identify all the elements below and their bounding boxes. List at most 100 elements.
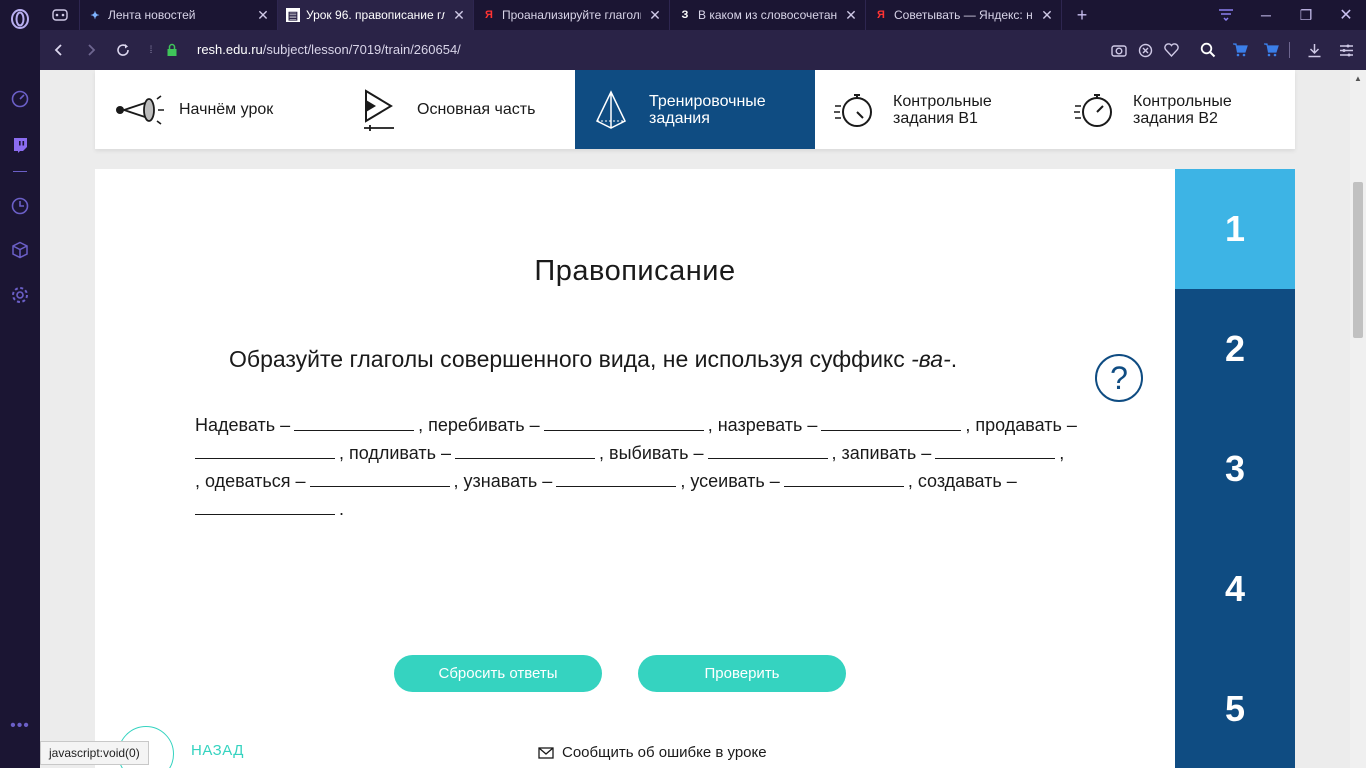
tab-phrases[interactable]: З В каком из словосочетани ✕: [670, 0, 866, 30]
nav-control-b1[interactable]: Контрольные задания В1: [815, 70, 1055, 149]
minimize-icon[interactable]: ─: [1246, 0, 1286, 30]
page-viewport: Начнём урок Основная часть Тренировочные…: [40, 70, 1350, 768]
exercise-word: Надевать –: [195, 415, 291, 435]
tab-lesson[interactable]: ▤ Урок 96. правописание глаг ✕: [278, 0, 474, 30]
exercise-period: .: [339, 499, 345, 519]
shopping-cart-icon[interactable]: [1261, 40, 1281, 60]
check-button[interactable]: Проверить: [638, 655, 846, 692]
download-icon[interactable]: [1304, 40, 1324, 60]
answer-blank[interactable]: [707, 439, 828, 459]
close-icon[interactable]: ✕: [1039, 7, 1055, 23]
forward-arrow-icon[interactable]: [80, 39, 102, 61]
heart-icon[interactable]: [1161, 40, 1181, 60]
nav-label: Тренировочные задания: [649, 92, 766, 127]
nav-label: Контрольные задания В2: [1133, 92, 1232, 127]
settings-gear-icon[interactable]: [9, 284, 31, 306]
exercise-word: , одеваться –: [195, 471, 306, 491]
question-5-button[interactable]: 5: [1175, 649, 1295, 768]
reset-answers-button[interactable]: Сбросить ответы: [394, 655, 602, 692]
exercise-heading: Правописание: [534, 255, 736, 287]
status-bar: javascript:void(0): [40, 741, 149, 765]
play-icon: [351, 85, 407, 135]
question-4-button[interactable]: 4: [1175, 529, 1295, 649]
restore-icon[interactable]: ❐: [1286, 0, 1326, 30]
close-icon[interactable]: ✕: [255, 7, 271, 23]
adblock-icon[interactable]: [1135, 40, 1155, 60]
nav-control-b2[interactable]: Контрольные задания В2: [1055, 70, 1295, 149]
nav-training-tasks[interactable]: Тренировочные задания: [575, 70, 815, 149]
tab-label: Урок 96. правописание глаг: [306, 8, 445, 22]
tab-menu-icon[interactable]: [1206, 0, 1246, 30]
exercise-word: , выбивать –: [599, 443, 704, 463]
question-1-button[interactable]: 1: [1175, 169, 1295, 289]
close-icon[interactable]: ✕: [843, 7, 859, 23]
speed-dial-icon[interactable]: [9, 88, 31, 110]
opera-logo-icon[interactable]: [9, 8, 31, 30]
scroll-up-arrow-icon[interactable]: ▲: [1354, 74, 1362, 83]
answer-blank[interactable]: [294, 411, 415, 431]
exercise-word: , продавать –: [965, 415, 1077, 435]
exercise-word: , подливать –: [339, 443, 452, 463]
tab-news-feed[interactable]: ✦ Лента новостей ✕: [80, 0, 278, 30]
z-icon: З: [681, 9, 689, 21]
close-icon[interactable]: ✕: [647, 7, 663, 23]
answer-blank[interactable]: [309, 467, 450, 487]
task-text: Образуйте глаголы совершенного вида, не …: [229, 346, 912, 372]
exercise-word: , назревать –: [707, 415, 818, 435]
tab-yandex-search[interactable]: Я Советывать — Яндекс: нашл ✕: [866, 0, 1062, 30]
easy-setup-icon[interactable]: [1336, 40, 1356, 60]
tab-label: Лента новостей: [108, 8, 196, 22]
answer-blank[interactable]: [195, 439, 335, 459]
tab-label: В каком из словосочетани: [698, 8, 837, 22]
yandex-icon: Я: [485, 9, 493, 21]
exercise-word: , усеивать –: [680, 471, 780, 491]
exercise-comma: ,: [1059, 443, 1065, 463]
answer-blank[interactable]: [783, 467, 904, 487]
nav-main-part[interactable]: Основная часть: [335, 70, 575, 149]
answer-blank[interactable]: [556, 467, 677, 487]
task-end: .: [950, 346, 958, 372]
report-error-link[interactable]: Сообщить об ошибке в уроке: [538, 744, 767, 761]
snapshot-camera-icon[interactable]: [1109, 40, 1129, 60]
back-arrow-icon[interactable]: [48, 39, 70, 61]
question-2-button[interactable]: 2: [1175, 289, 1295, 409]
reload-icon[interactable]: [112, 39, 134, 61]
exercise-word: , узнавать –: [453, 471, 553, 491]
extensions-cube-icon[interactable]: [9, 239, 31, 261]
search-zoom-icon[interactable]: [1198, 40, 1218, 60]
shopping-cart-icon[interactable]: [1230, 40, 1250, 60]
twitch-icon[interactable]: [9, 134, 31, 156]
exercise-word: , запивать –: [831, 443, 932, 463]
scroll-thumb[interactable]: [1353, 182, 1363, 338]
page-scrollbar[interactable]: ▲: [1350, 70, 1366, 768]
question-3-button[interactable]: 3: [1175, 409, 1295, 529]
url-path: /subject/lesson/7019/train/260654/: [262, 42, 461, 57]
answer-blank[interactable]: [455, 439, 596, 459]
answer-blank[interactable]: [935, 439, 1056, 459]
nav-start-lesson[interactable]: Начнём урок: [95, 70, 335, 149]
lesson-navigation: Начнём урок Основная часть Тренировочные…: [95, 70, 1295, 149]
question-navigation: 1 2 3 4 5: [1175, 169, 1295, 768]
more-dots-icon[interactable]: •••: [9, 715, 31, 737]
close-icon[interactable]: ✕: [451, 7, 467, 23]
workspaces-icon[interactable]: [40, 0, 80, 30]
pyramid-icon: [583, 85, 639, 135]
back-link[interactable]: НАЗАД: [191, 742, 244, 759]
answer-blank[interactable]: [195, 495, 335, 515]
yandex-icon: Я: [877, 9, 885, 21]
tab-analyze-verbs[interactable]: Я Проанализируйте глаголы ✕: [474, 0, 670, 30]
nav-label: Начнём урок: [179, 101, 274, 118]
answer-blank[interactable]: [821, 411, 962, 431]
address-bar: ⁞ resh.edu.ru/subject/lesson/7019/train/…: [40, 30, 1366, 70]
window-close-icon[interactable]: ✕: [1326, 0, 1366, 30]
exercise-word: , перебивать –: [418, 415, 540, 435]
new-tab-plus-icon[interactable]: +: [1062, 0, 1102, 30]
lock-icon[interactable]: [161, 39, 183, 61]
site-menu-icon[interactable]: ⁞: [140, 39, 162, 61]
history-icon[interactable]: [9, 195, 31, 217]
nav-label: Контрольные задания В1: [893, 92, 992, 127]
answer-blank[interactable]: [543, 411, 704, 431]
url-field[interactable]: resh.edu.ru/subject/lesson/7019/train/26…: [197, 42, 461, 57]
help-question-icon[interactable]: ?: [1095, 354, 1143, 402]
browser-sidebar: •••: [0, 0, 40, 768]
